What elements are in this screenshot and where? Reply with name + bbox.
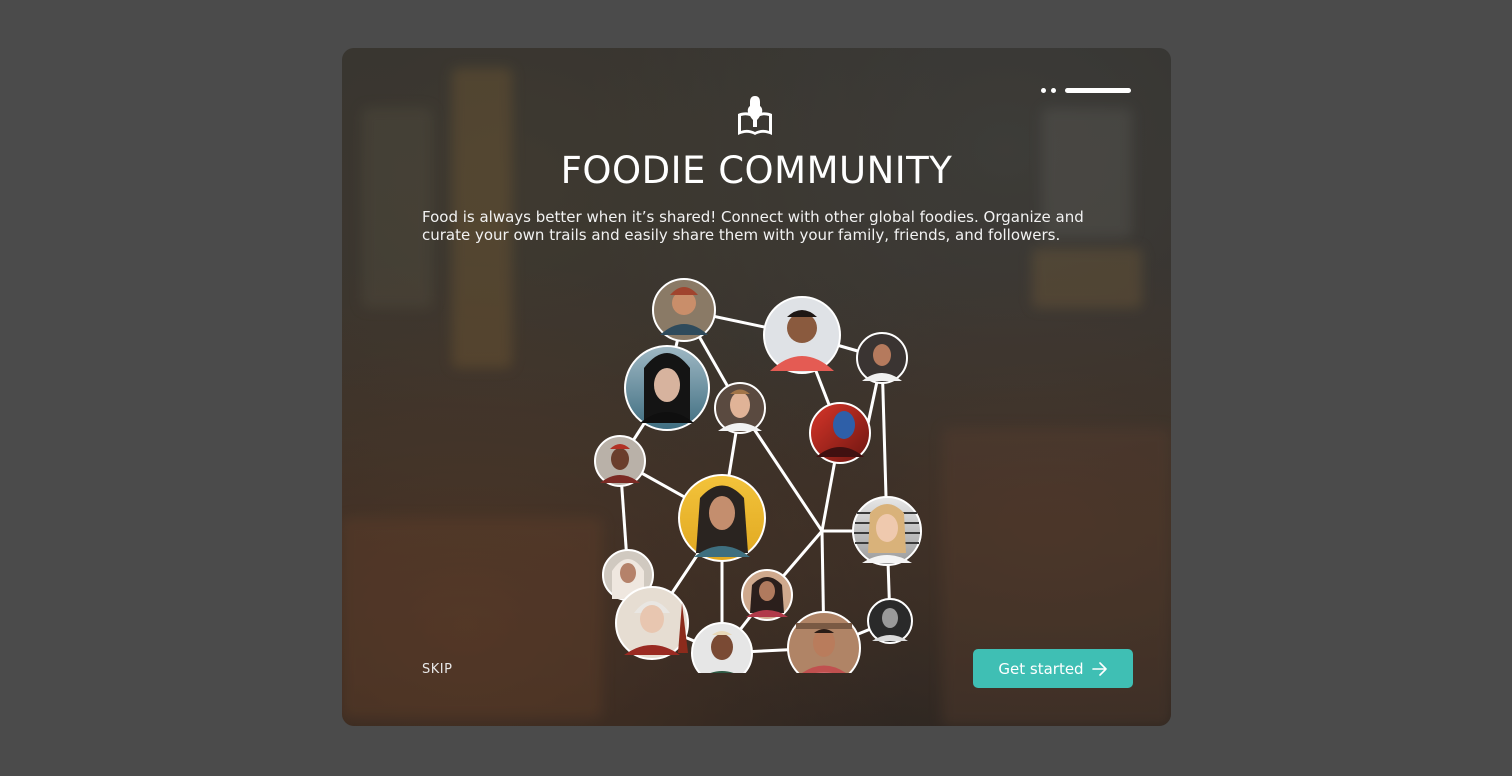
step-dot[interactable] [1051, 88, 1056, 93]
member-avatar [856, 332, 908, 384]
member-avatar [615, 586, 689, 660]
get-started-button[interactable]: Get started [973, 649, 1133, 688]
member-avatar [594, 435, 646, 487]
member-avatar [852, 496, 922, 566]
step-indicator [1041, 88, 1131, 93]
member-avatar [714, 382, 766, 434]
member-avatar [624, 345, 710, 431]
page-title: FOODIE COMMUNITY [560, 149, 953, 192]
member-avatar [787, 611, 861, 685]
step-dot[interactable] [1041, 88, 1046, 93]
member-avatar [809, 402, 871, 464]
community-network-illustration [582, 273, 922, 685]
member-avatar [763, 296, 841, 374]
member-avatar [678, 474, 766, 562]
skip-button[interactable]: SKIP [422, 662, 452, 677]
onboarding-modal: FOODIE COMMUNITY Food is always better w… [342, 48, 1171, 726]
member-avatar [867, 598, 913, 644]
member-avatar [652, 278, 716, 342]
step-dot-active[interactable] [1065, 88, 1131, 93]
get-started-label: Get started [998, 659, 1084, 678]
onboarding-description: Food is always better when it’s shared! … [422, 208, 1084, 244]
member-avatar [691, 622, 753, 684]
member-avatar [741, 569, 793, 621]
book-with-whisk-icon [734, 94, 776, 138]
arrow-right-icon [1091, 661, 1108, 676]
